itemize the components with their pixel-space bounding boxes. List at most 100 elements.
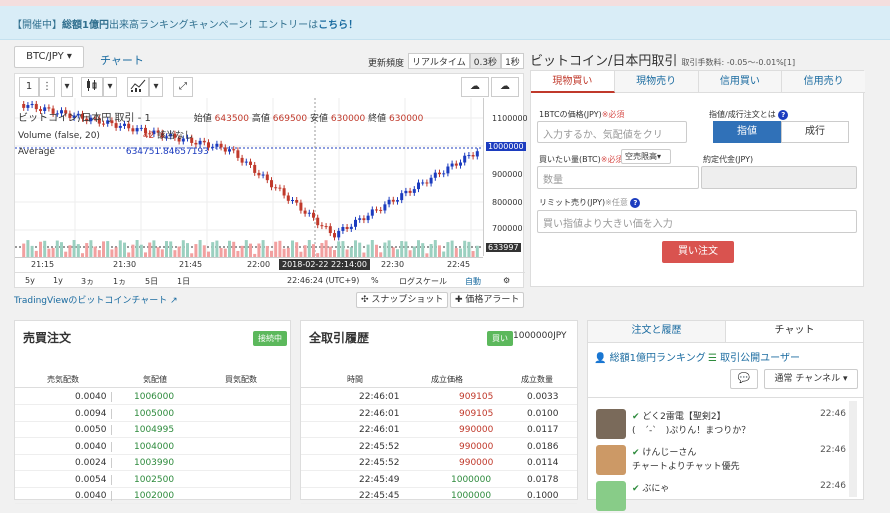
orderbook-row[interactable]: 0.0054 1002500 <box>15 472 290 488</box>
chat-scrollbar[interactable] <box>849 401 857 497</box>
candle <box>425 182 429 184</box>
public-users-link[interactable]: ☰ 取引公開ユーザー <box>708 349 800 364</box>
log-scale-toggle[interactable]: ログスケール <box>399 276 447 287</box>
ask-price[interactable]: 1003990 <box>111 458 174 468</box>
fullscreen-icon[interactable]: ⤢ <box>173 77 193 97</box>
limit-button[interactable]: 指値 <box>713 121 781 143</box>
tab-margin-sell[interactable]: 信用売り <box>782 71 865 93</box>
chat-bubble-icon[interactable]: 💬 <box>730 369 758 389</box>
candle <box>429 177 433 184</box>
candle <box>30 103 34 106</box>
volume-bar <box>22 243 26 258</box>
speed-realtime[interactable]: リアルタイム <box>408 53 470 69</box>
range-1m[interactable]: 1ヵ <box>113 276 126 287</box>
cloud-download-icon[interactable]: ☁ <box>461 77 489 97</box>
market-button[interactable]: 成行 <box>781 121 849 143</box>
campaign-notice: 【開催中】総額1億円出来高ランキングキャンペーン！エントリーはこちら！ <box>0 6 890 40</box>
volume-bar <box>135 240 139 258</box>
ask-price[interactable]: 1005000 <box>111 408 174 419</box>
chat-user[interactable]: どく2雷電【聖剣2】 <box>642 412 725 422</box>
trade-price: 1000000 <box>451 474 492 485</box>
stop-input[interactable]: 買い指値より大きい価を入力 <box>537 210 857 233</box>
chat-user[interactable]: ぶにゃ <box>642 484 669 494</box>
cloud-upload-icon[interactable]: ☁ <box>491 77 519 97</box>
buy-order-button[interactable]: 買い注文 <box>662 241 734 263</box>
gear-icon[interactable]: ⚙ <box>503 276 510 285</box>
price-input[interactable]: 入力するか、気配値をクリ <box>537 121 687 143</box>
percent-toggle[interactable]: % <box>371 276 379 285</box>
volume-bar <box>261 240 265 258</box>
tab-chat[interactable]: チャット <box>725 321 863 343</box>
help-icon[interactable]: ? <box>778 110 789 120</box>
volume-bar <box>370 240 374 258</box>
snapshot-button[interactable]: ✣ スナップショット <box>356 292 449 308</box>
orderbook-row[interactable]: 0.0040 1006000 <box>15 389 290 405</box>
range-1y[interactable]: 1y <box>53 276 63 285</box>
avatar[interactable] <box>596 445 626 475</box>
trade-time: 22:45:52 <box>359 441 400 452</box>
tab-margin-buy[interactable]: 信用買い <box>698 71 783 93</box>
indicators-icon[interactable] <box>127 77 149 97</box>
price-chart[interactable]: 1 ⋮ ▾ ▾ ▾ ⤢ ☁ ☁ ビットコイン/日本円 取引 - 1 始値 643… <box>14 73 528 288</box>
orderbook-row[interactable]: 0.0050 1004995 <box>15 422 290 438</box>
candle <box>324 226 328 228</box>
range-3m[interactable]: 3ヵ <box>81 276 94 287</box>
ask-price[interactable]: 1006000 <box>111 392 174 402</box>
pair-select[interactable]: BTC/JPY ▾ <box>14 46 84 68</box>
candle <box>278 187 282 189</box>
time-axis[interactable]: 21:15 21:30 21:45 22:00 2018-02-22 22:14… <box>15 257 483 271</box>
ask-price[interactable]: 1004995 <box>111 425 174 435</box>
volume-bar <box>39 241 42 258</box>
candle-type-icon[interactable] <box>81 77 103 97</box>
help-icon[interactable]: ? <box>630 198 641 208</box>
trade-qty: 0.0100 <box>527 408 559 419</box>
ranking-link[interactable]: 👤 総額1億円ランキング <box>594 349 706 364</box>
volume-bar <box>211 242 215 258</box>
volume-bar <box>165 241 168 258</box>
qty-mode-select[interactable]: 空売限高▾ <box>621 149 671 164</box>
chevron-down-icon[interactable]: ▾ <box>61 77 73 97</box>
price-axis[interactable]: 1100000 1000000 900000 800000 700000 633… <box>483 98 528 256</box>
chat-user[interactable]: けんじーさん <box>642 448 696 458</box>
tradingview-link[interactable]: TradingViewのビットコインチャート ↗ <box>14 293 178 306</box>
volume-bar <box>148 242 152 258</box>
volume-bar <box>341 241 345 258</box>
volume-bar <box>76 244 80 258</box>
speed-03[interactable]: 0.3秒 <box>469 53 502 69</box>
orderbook-row[interactable]: 0.0024 1003990 <box>15 455 290 471</box>
volume-bar <box>198 240 202 258</box>
campaign-link[interactable]: こちら！ <box>318 20 358 31</box>
interval-button[interactable]: 1 <box>19 77 39 97</box>
speed-1[interactable]: 1秒 <box>501 53 524 69</box>
volume-bar <box>244 240 248 258</box>
candle <box>375 209 378 211</box>
channel-select[interactable]: 通常 チャンネル ▾ <box>764 369 858 389</box>
avatar[interactable] <box>596 409 626 439</box>
interval-menu[interactable]: ⋮ <box>39 77 55 97</box>
tab-spot-buy[interactable]: 現物買い <box>531 71 615 93</box>
ask-price[interactable]: 1004000 <box>111 441 174 452</box>
chevron-down-icon[interactable]: ▾ <box>149 77 163 97</box>
range-1d[interactable]: 1日 <box>177 276 190 287</box>
range-5d[interactable]: 5日 <box>145 276 158 287</box>
auto-scale-toggle[interactable]: 自動 <box>465 276 481 287</box>
tab-orders-history[interactable]: 注文と履歴 <box>588 321 725 343</box>
orderbook-row[interactable]: 0.0040 1004000 <box>15 439 290 455</box>
orderbook-row[interactable]: 0.0094 1005000 <box>15 406 290 422</box>
ask-qty: 0.0024 <box>75 458 107 468</box>
avatar[interactable] <box>596 481 626 511</box>
candle <box>337 230 341 238</box>
volume-bar <box>60 242 63 258</box>
chart-tab[interactable]: チャート <box>100 52 144 68</box>
range-5y[interactable]: 5y <box>25 276 35 285</box>
tab-spot-sell[interactable]: 現物売り <box>614 71 699 93</box>
ask-qty: 0.0094 <box>75 408 107 419</box>
orderbook-row[interactable]: 0.0040 1002000 <box>15 488 290 504</box>
price-alert-button[interactable]: ✚ 価格アラート <box>450 292 525 308</box>
volume-bar <box>467 241 471 258</box>
ask-price[interactable]: 1002500 <box>111 474 174 485</box>
candle <box>421 182 425 184</box>
candle <box>333 233 336 238</box>
chevron-down-icon[interactable]: ▾ <box>103 77 117 97</box>
qty-input[interactable]: 数量 <box>537 166 699 189</box>
